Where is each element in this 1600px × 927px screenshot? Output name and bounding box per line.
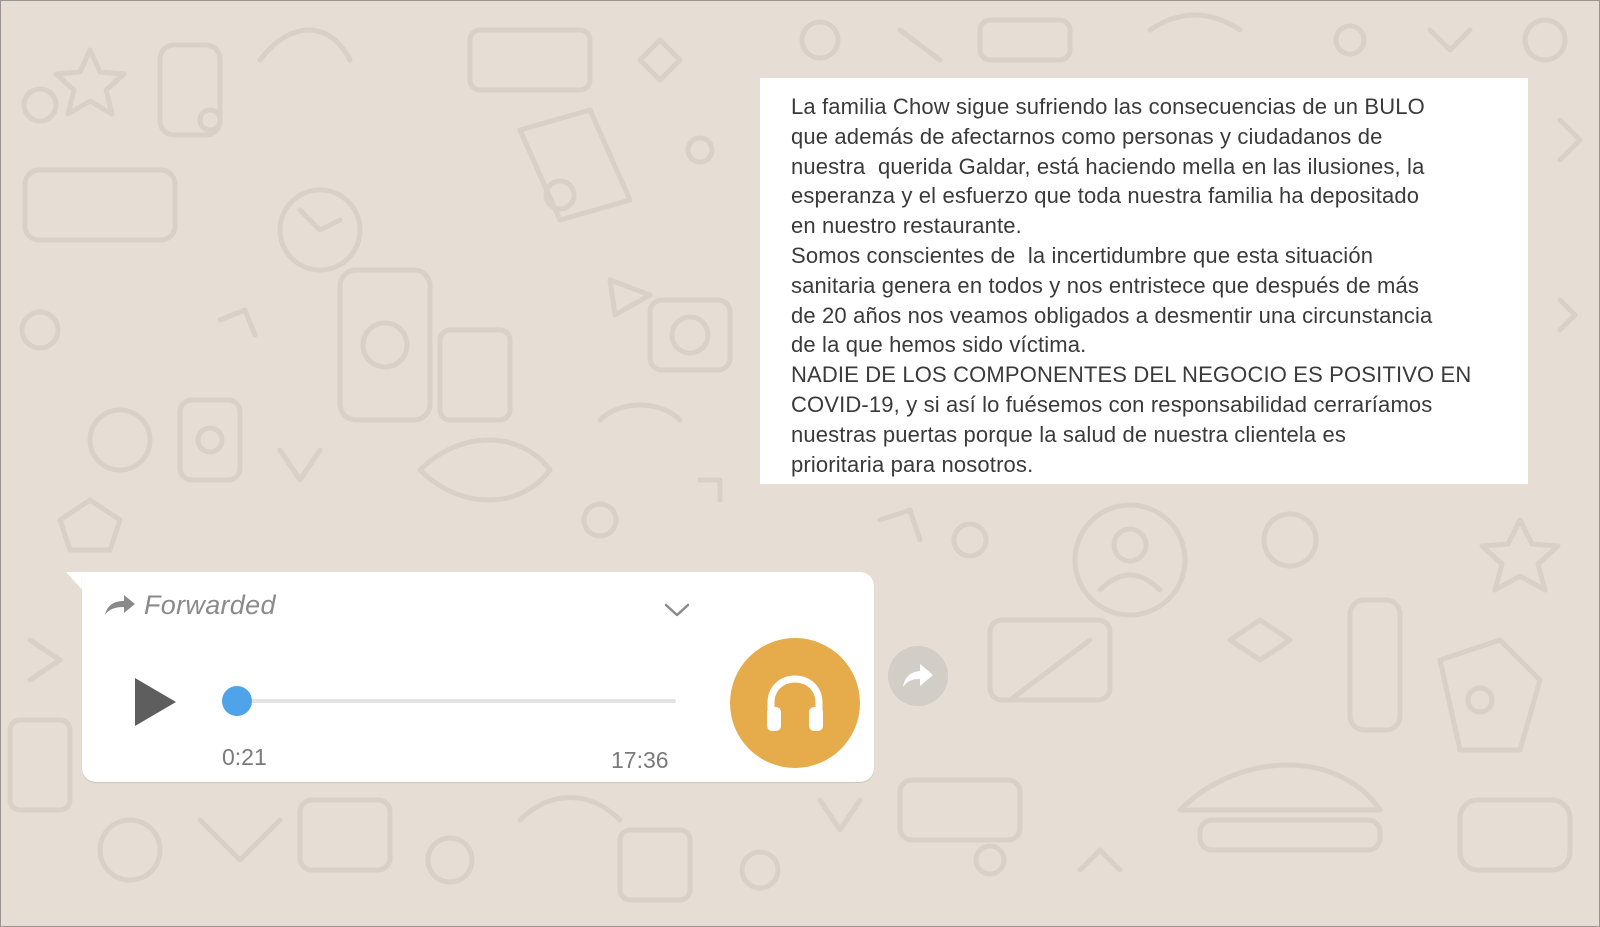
forward-arrow-icon: [903, 664, 933, 687]
audio-progress-knob[interactable]: [222, 686, 252, 716]
play-icon: [135, 678, 176, 726]
message-paragraph: NADIE DE LOS COMPONENTES DEL NEGOCIO ES …: [791, 362, 1472, 477]
play-button[interactable]: [132, 676, 178, 728]
message-timestamp: 17:36: [611, 747, 669, 773]
forward-arrow-icon: [105, 595, 135, 615]
voice-message-bubble[interactable]: Forwarded 0:21 17:36: [82, 572, 874, 782]
audio-progress-track[interactable]: [234, 699, 676, 703]
forwarded-text-screenshot: La familia Chow sigue sufriendo las cons…: [760, 78, 1528, 484]
chevron-down-icon[interactable]: [662, 600, 692, 620]
audio-avatar: [730, 638, 860, 768]
message-paragraph: Somos conscientes de la incertidumbre qu…: [791, 242, 1433, 358]
forward-message-button[interactable]: [888, 646, 948, 706]
message-paragraph: La familia Chow sigue sufriendo las cons…: [791, 94, 1425, 239]
forwarded-indicator: Forwarded: [104, 588, 276, 622]
audio-duration: 0:21: [222, 744, 267, 770]
headphones-icon: [767, 675, 823, 731]
forwarded-label: Forwarded: [144, 589, 276, 620]
